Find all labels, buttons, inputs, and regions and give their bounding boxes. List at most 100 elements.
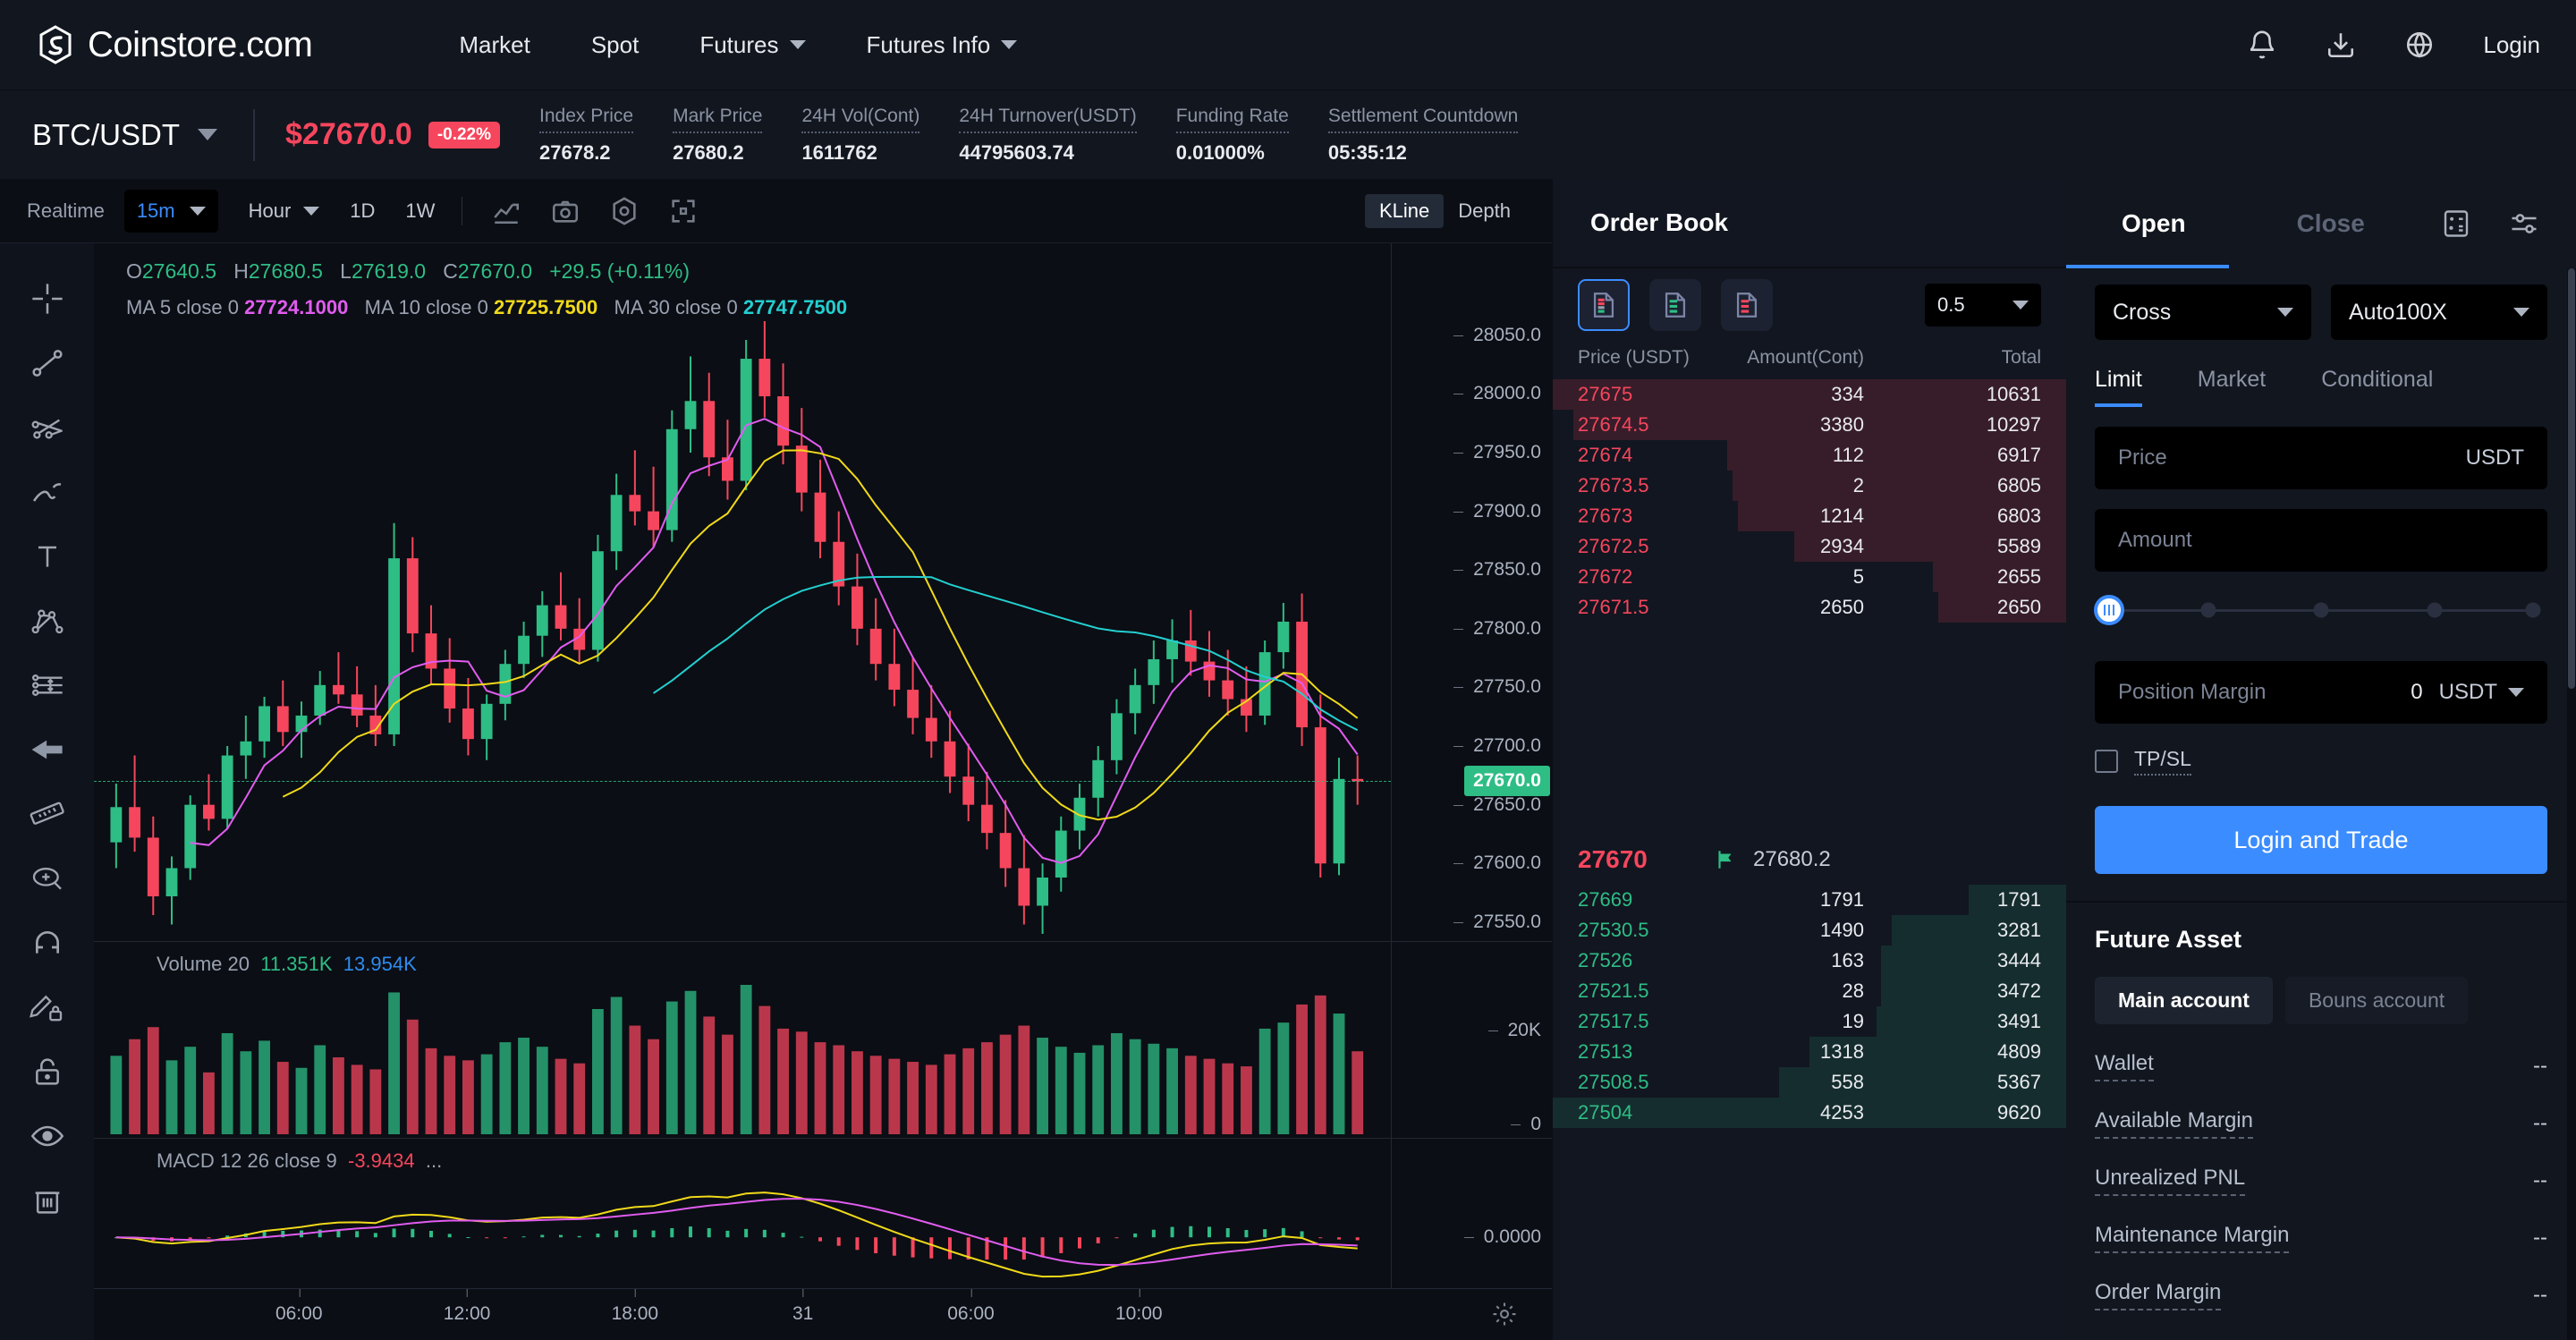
tpsl-label[interactable]: TP/SL — [2134, 747, 2191, 776]
sliders-icon[interactable] — [2508, 208, 2540, 240]
brush-icon[interactable] — [0, 460, 94, 524]
order-book-row-bid[interactable]: 27513 1318 4809 — [1553, 1037, 2066, 1067]
tpsl-checkbox[interactable] — [2095, 750, 2118, 773]
order-book-row-bid[interactable]: 27669 1791 1791 — [1553, 885, 2066, 915]
pencil-lock-icon[interactable] — [0, 975, 94, 1039]
order-book-row-ask[interactable]: 27671.5 2650 2650 — [1553, 592, 2066, 623]
order-book-row-bid[interactable]: 27526 163 3444 — [1553, 946, 2066, 976]
login-button[interactable]: Login — [2483, 31, 2540, 59]
period-1w[interactable]: 1W — [405, 199, 435, 223]
asset-label[interactable]: Available Margin — [2095, 1108, 2253, 1139]
stat-label[interactable]: Index Price — [539, 106, 634, 133]
stat-label[interactable]: Funding Rate — [1175, 106, 1289, 133]
nav-link-futures-info[interactable]: Futures Info — [836, 31, 1048, 59]
trash-icon[interactable] — [0, 1168, 94, 1233]
camera-icon[interactable] — [550, 196, 580, 226]
account-bonus[interactable]: Bouns account — [2284, 977, 2469, 1024]
trendline-icon[interactable] — [0, 331, 94, 395]
zoom-in-icon[interactable] — [0, 846, 94, 911]
download-icon[interactable] — [2326, 30, 2356, 60]
slider-knob[interactable] — [2094, 595, 2124, 625]
order-book-row-ask[interactable]: 27672.5 2934 5589 — [1553, 531, 2066, 562]
asset-label[interactable]: Order Margin — [2095, 1280, 2222, 1310]
settings-icon[interactable] — [609, 196, 640, 226]
time-x-axis[interactable]: 06:00 12:00 18:00 31 06:00 10:00 — [94, 1288, 1552, 1340]
amount-field[interactable]: Amount — [2095, 509, 2547, 572]
gear-icon[interactable] — [1491, 1301, 1518, 1327]
nav-link-spot[interactable]: Spot — [561, 31, 670, 59]
eye-icon[interactable] — [0, 1104, 94, 1168]
amount-slider[interactable] — [2094, 579, 2547, 641]
hour-select[interactable]: Hour — [249, 199, 320, 223]
arrow-icon[interactable] — [0, 717, 94, 782]
macd-ellipsis[interactable]: ... — [426, 1149, 442, 1172]
book-bids-icon[interactable] — [1649, 279, 1701, 331]
nav-link-market[interactable]: Market — [428, 31, 560, 59]
fullscreen-icon[interactable] — [668, 196, 699, 226]
order-book-row-ask[interactable]: 27672 5 2655 — [1553, 562, 2066, 592]
tab-close[interactable]: Close — [2241, 179, 2420, 268]
forecast-icon[interactable] — [0, 653, 94, 717]
pair-selector[interactable]: BTC/USDT — [32, 118, 253, 152]
volume-pane[interactable]: Volume 20 11.351K 13.954K 20K 0 — [94, 941, 1552, 1138]
chart-plot-area[interactable]: O27640.5 H27680.5 L27619.0 C27670.0 +29.… — [94, 243, 1552, 1340]
slider-step-25[interactable] — [2200, 602, 2216, 618]
order-book-bids[interactable]: 27669 1791 1791 27530.5 1490 3281 27526 163 3444… — [1553, 885, 2066, 1340]
asset-label[interactable]: Wallet — [2095, 1051, 2154, 1081]
order-book-row-bid[interactable]: 27517.5 19 3491 — [1553, 1006, 2066, 1037]
order-book-row-bid[interactable]: 27521.5 28 3472 — [1553, 976, 2066, 1006]
margin-mode-select[interactable]: Cross — [2095, 284, 2311, 340]
stat-label[interactable]: 24H Turnover(USDT) — [959, 106, 1137, 133]
order-book-row-bid[interactable]: 27504 4253 9620 — [1553, 1098, 2066, 1128]
stat-label[interactable]: Settlement Countdown — [1327, 106, 1519, 133]
brand-logo[interactable]: Coinstore.com — [36, 25, 313, 65]
order-type-limit[interactable]: Limit — [2095, 367, 2142, 407]
grouping-select[interactable]: 0.5 — [1925, 284, 2041, 327]
fib-lines-icon[interactable] — [0, 395, 94, 460]
bell-icon[interactable] — [2247, 30, 2277, 60]
slider-step-50[interactable] — [2313, 602, 2329, 618]
ruler-icon[interactable] — [0, 782, 94, 846]
calculator-icon[interactable] — [2440, 208, 2472, 240]
nav-link-futures[interactable]: Futures — [669, 31, 835, 59]
account-main[interactable]: Main account — [2095, 977, 2273, 1024]
chevron-down-icon[interactable] — [2508, 688, 2524, 697]
order-book-row-ask[interactable]: 27674.5 3380 10297 — [1553, 410, 2066, 440]
order-type-market[interactable]: Market — [2198, 367, 2266, 407]
view-depth[interactable]: Depth — [1444, 194, 1525, 228]
scrollbar-thumb[interactable] — [2568, 268, 2575, 689]
position-margin-field[interactable]: Position Margin 0 USDT — [2095, 661, 2547, 724]
order-book-row-ask[interactable]: 27673 1214 6803 — [1553, 501, 2066, 531]
order-book-row-ask[interactable]: 27674 112 6917 — [1553, 440, 2066, 471]
order-book-row-bid[interactable]: 27508.5 558 5367 — [1553, 1067, 2066, 1098]
order-book-asks[interactable]: 27675 334 10631 27674.5 3380 10297 27674 112 691… — [1553, 379, 2066, 835]
price-field[interactable]: Price USDT — [2095, 427, 2547, 489]
order-book-row-ask[interactable]: 27673.5 2 6805 — [1553, 471, 2066, 501]
tab-open[interactable]: Open — [2066, 179, 2241, 268]
price-pane[interactable]: O27640.5 H27680.5 L27619.0 C27670.0 +29.… — [94, 243, 1552, 941]
stat-label[interactable]: Mark Price — [673, 106, 763, 133]
order-book-row-ask[interactable]: 27675 334 10631 — [1553, 379, 2066, 410]
book-both-icon[interactable] — [1578, 279, 1630, 331]
globe-icon[interactable] — [2404, 30, 2435, 60]
pattern-icon[interactable] — [0, 589, 94, 653]
panel-scrollbar[interactable] — [2567, 268, 2576, 1340]
asset-label[interactable]: Maintenance Margin — [2095, 1223, 2290, 1253]
interval-select[interactable]: 15m — [123, 189, 218, 233]
text-icon[interactable] — [0, 524, 94, 589]
magnet-icon[interactable] — [0, 911, 94, 975]
lock-icon[interactable] — [0, 1039, 94, 1104]
view-kline[interactable]: KLine — [1365, 193, 1445, 228]
indicator-icon[interactable] — [491, 196, 521, 226]
order-book-row-bid[interactable]: 27530.5 1490 3281 — [1553, 915, 2066, 946]
period-1d[interactable]: 1D — [350, 199, 375, 223]
login-and-trade-button[interactable]: Login and Trade — [2095, 806, 2547, 874]
leverage-select[interactable]: Auto100X — [2331, 284, 2547, 340]
slider-step-75[interactable] — [2427, 602, 2442, 618]
book-asks-icon[interactable] — [1721, 279, 1773, 331]
price-y-axis[interactable]: 28050.0 28000.0 27950.0 27900.0 27850.0 27800… — [1391, 243, 1552, 941]
crosshair-icon[interactable] — [0, 267, 94, 331]
asset-label[interactable]: Unrealized PNL — [2095, 1166, 2246, 1196]
order-type-conditional[interactable]: Conditional — [2321, 367, 2433, 407]
macd-pane[interactable]: MACD 12 26 close 9 -3.9434 ... 0.0000 — [94, 1138, 1552, 1288]
